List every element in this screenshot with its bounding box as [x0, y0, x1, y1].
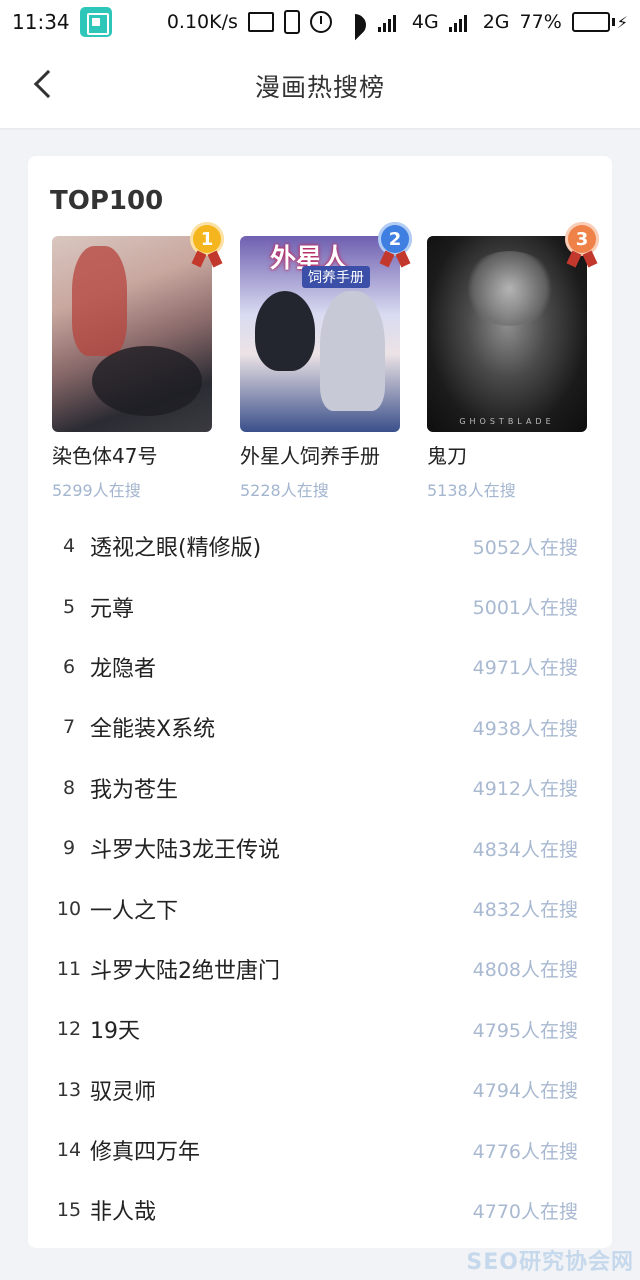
wifi-icon: [342, 12, 368, 32]
cover-subtitle: 饲养手册: [302, 266, 370, 288]
rank-number: 8: [62, 776, 76, 799]
list-item[interactable]: 13 驭灵师 4794人在搜: [28, 1060, 612, 1120]
charging-icon: ⚡: [616, 12, 628, 32]
comic-title[interactable]: 非人哉: [90, 1194, 156, 1226]
search-count: 5299人在搜: [52, 481, 141, 500]
list-item[interactable]: 4 透视之眼(精修版) 5052人在搜: [28, 516, 612, 576]
page-title: 漫画热搜榜: [254, 73, 385, 102]
list-item[interactable]: 14 修真四万年 4776人在搜: [28, 1120, 612, 1180]
battery-percent: 77%: [519, 11, 562, 33]
list-item[interactable]: 7 全能装X系统 4938人在搜: [28, 697, 612, 757]
comic-title[interactable]: 染色体47号: [52, 440, 212, 469]
comic-title[interactable]: 元尊: [90, 591, 134, 623]
rank-badge-2: 2: [378, 222, 412, 256]
nav-bar: 漫画热搜榜: [0, 44, 640, 128]
comic-cover[interactable]: GHOSTBLADE: [427, 236, 587, 432]
signal-label-2: 2G: [482, 11, 510, 33]
search-count: 4832人在搜: [472, 899, 578, 922]
comic-title[interactable]: 透视之眼(精修版): [90, 530, 261, 562]
signal-icon: [377, 12, 402, 32]
list-item[interactable]: 8 我为苍生 4912人在搜: [28, 758, 612, 818]
rank-number: 14: [56, 1139, 82, 1162]
search-count: 4808人在搜: [472, 959, 578, 982]
ranking-card: TOP100 1 染色体47号 5299人在搜 外星人 饲养手册 2 外星人饲养…: [28, 156, 612, 1248]
signal-label-1: 4G: [411, 11, 439, 33]
search-count: 4770人在搜: [472, 1200, 578, 1223]
cast-icon: [247, 12, 274, 32]
comic-cover[interactable]: 外星人 饲养手册: [240, 236, 400, 432]
signal-icon: [448, 12, 473, 32]
search-count: 4971人在搜: [472, 657, 578, 680]
vibrate-icon: [283, 10, 300, 34]
comic-cover[interactable]: [52, 236, 212, 432]
comic-title[interactable]: 鬼刀: [427, 440, 587, 469]
search-count: 5052人在搜: [472, 536, 578, 559]
card-title: TOP100: [50, 186, 164, 216]
rank-number: 4: [62, 535, 76, 558]
net-speed: 0.10K/s: [166, 11, 238, 33]
comic-title[interactable]: 斗罗大陆2绝世唐门: [90, 953, 280, 985]
top-item-1[interactable]: 1 染色体47号 5299人在搜: [52, 222, 224, 501]
rank-number: 10: [56, 897, 82, 920]
search-count: 4912人在搜: [472, 778, 578, 801]
status-bar: 11:34 0.10K/s 4G 2G 77% ⚡: [0, 0, 640, 44]
list-item[interactable]: 6 龙隐者 4971人在搜: [28, 637, 612, 697]
status-icons: 0.10K/s 4G 2G 77% ⚡: [167, 10, 628, 34]
search-count: 5001人在搜: [472, 597, 578, 620]
list-item[interactable]: 10 一人之下 4832人在搜: [28, 878, 612, 938]
comic-title[interactable]: 斗罗大陆3龙王传说: [90, 832, 280, 864]
search-count: 5138人在搜: [427, 481, 516, 500]
comic-title[interactable]: 19天: [90, 1013, 140, 1045]
rank-number: 12: [56, 1018, 82, 1041]
rank-number: 7: [62, 716, 76, 739]
search-count: 4794人在搜: [472, 1080, 578, 1103]
comic-title[interactable]: 我为苍生: [90, 772, 178, 804]
list-item[interactable]: 11 斗罗大陆2绝世唐门 4808人在搜: [28, 939, 612, 999]
screenshot-icon[interactable]: [79, 7, 112, 37]
search-count: 4834人在搜: [472, 838, 578, 861]
comic-title[interactable]: 一人之下: [90, 893, 178, 925]
top3-section: 1 染色体47号 5299人在搜 外星人 饲养手册 2 外星人饲养手册 5228…: [52, 222, 599, 506]
cover-title: GHOSTBLADE: [459, 417, 555, 426]
rank-number: 13: [56, 1078, 82, 1101]
list-item[interactable]: 12 19天 4795人在搜: [28, 999, 612, 1059]
top-item-3[interactable]: GHOSTBLADE 3 鬼刀 5138人在搜: [427, 222, 599, 501]
rank-number: 15: [56, 1199, 82, 1222]
chevron-left-icon[interactable]: [33, 69, 63, 99]
battery-icon: ⚡: [571, 12, 628, 32]
search-count: 4795人在搜: [472, 1019, 578, 1042]
ranking-list: 4 透视之眼(精修版) 5052人在搜 5 元尊 5001人在搜 6 龙隐者 4971人在搜 7 全…: [28, 516, 612, 1241]
search-count: 4938人在搜: [472, 717, 578, 740]
rank-number: 11: [56, 957, 82, 980]
rank-badge-3: 3: [565, 222, 599, 256]
list-item[interactable]: 9 斗罗大陆3龙王传说 4834人在搜: [28, 818, 612, 878]
watermark: SEO研究协会网: [466, 1250, 634, 1275]
rank-number: 9: [62, 837, 76, 860]
rank-number: 5: [62, 595, 76, 618]
search-count: 4776人在搜: [472, 1140, 578, 1163]
top-item-2[interactable]: 外星人 饲养手册 2 外星人饲养手册 5228人在搜: [240, 222, 412, 501]
status-time: 11:34: [12, 10, 70, 34]
alarm-icon: [309, 11, 332, 33]
comic-title[interactable]: 外星人饲养手册: [240, 440, 400, 469]
comic-title[interactable]: 龙隐者: [90, 651, 156, 683]
list-item[interactable]: 15 非人哉 4770人在搜: [28, 1180, 612, 1240]
rank-number: 6: [62, 655, 76, 678]
comic-title[interactable]: 驭灵师: [90, 1074, 156, 1106]
comic-title[interactable]: 全能装X系统: [90, 711, 215, 743]
comic-title[interactable]: 修真四万年: [90, 1134, 200, 1166]
search-count: 5228人在搜: [240, 481, 329, 500]
rank-badge-1: 1: [190, 222, 224, 256]
list-item[interactable]: 5 元尊 5001人在搜: [28, 576, 612, 636]
